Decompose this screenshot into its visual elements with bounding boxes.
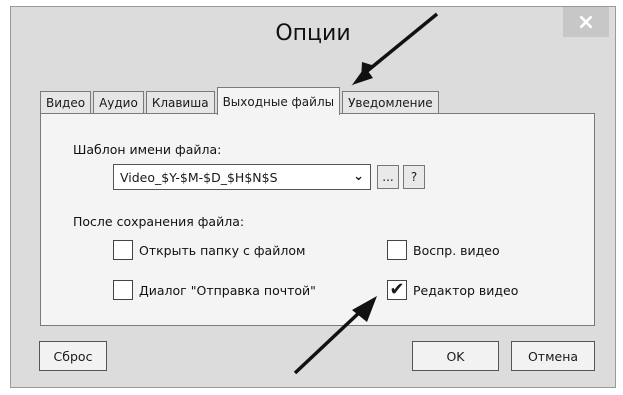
play-video-checkbox[interactable] [387, 240, 407, 260]
reset-button[interactable]: Сброс [39, 341, 107, 371]
filename-template-value: Video_$Y-$M-$D_$H$N$S [120, 169, 278, 185]
tab-hotkey[interactable]: Клавиша [145, 91, 215, 114]
close-button[interactable]: × [563, 7, 609, 37]
tab-audio[interactable]: Аудио [93, 91, 144, 114]
video-editor-label: Редактор видео [413, 283, 519, 298]
ok-button[interactable]: OK [412, 341, 499, 371]
email-dialog-checkbox[interactable] [113, 280, 133, 300]
checkmark-icon: ✔ [389, 279, 405, 300]
tab-video[interactable]: Видео [40, 91, 92, 114]
chevron-down-icon: ⌄ [353, 169, 364, 184]
output-files-panel: Шаблон имени файла: Video_$Y-$M-$D_$H$N$… [40, 113, 595, 326]
email-dialog-label: Диалог "Отправка почтой" [139, 283, 316, 298]
options-dialog: Опции × Видео Аудио Клавиша Выходные фай… [10, 6, 616, 388]
help-button[interactable]: ? [403, 165, 425, 189]
open-folder-checkbox[interactable] [113, 240, 133, 260]
tab-output-files[interactable]: Выходные файлы [216, 87, 341, 115]
open-folder-label: Открыть папку с файлом [139, 243, 306, 258]
cancel-button[interactable]: Отмена [511, 341, 595, 371]
tab-bar: Видео Аудио Клавиша Выходные файлы Уведо… [40, 87, 441, 115]
filename-template-select[interactable]: Video_$Y-$M-$D_$H$N$S ⌄ [113, 164, 371, 190]
browse-button[interactable]: ... [377, 165, 399, 189]
close-icon: × [576, 9, 596, 35]
play-video-label: Воспр. видео [413, 243, 500, 258]
tab-notification[interactable]: Уведомление [342, 91, 439, 114]
filename-template-label: Шаблон имени файла: [73, 142, 222, 157]
after-save-label: После сохранения файла: [73, 214, 245, 229]
dialog-title: Опции [275, 21, 351, 46]
video-editor-checkbox[interactable]: ✔ [387, 280, 407, 300]
